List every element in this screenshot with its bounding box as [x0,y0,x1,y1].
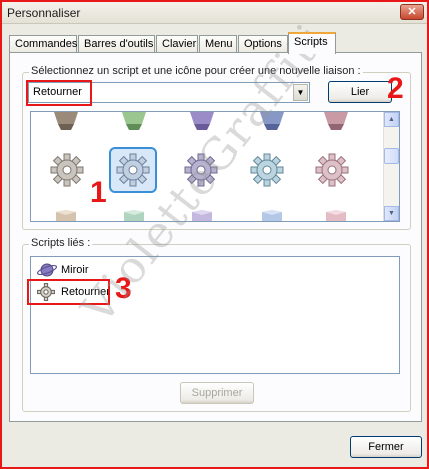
new-link-group-label: Sélectionnez un script et une icône pour… [29,65,363,77]
list-item-miroir[interactable]: Miroir [33,260,173,280]
cube-tan-icon[interactable] [51,210,81,222]
tab-barres-outils[interactable]: Barres d'outils [78,35,155,53]
planet-icon [37,263,57,277]
annotation-box-select [26,80,92,106]
window-title: Personnaliser [7,6,81,20]
icon-grid-scrollbar[interactable]: ▲ ▼ [383,112,399,221]
cube-lilac-icon[interactable] [187,210,217,222]
gear-cyan-icon[interactable] [250,153,284,187]
close-button-label: Fermer [368,441,404,453]
linked-scripts-list[interactable]: Miroir Retourner [30,256,400,374]
list-item-label: Miroir [61,264,89,276]
annotation-number-2: 2 [387,72,404,105]
close-button[interactable]: Fermer [350,436,422,458]
gear-grey-icon[interactable] [50,153,84,187]
gear-blue-icon[interactable] [116,153,150,187]
tab-menu[interactable]: Menu [199,35,237,53]
gear-pink-icon[interactable] [315,153,349,187]
cube-green-icon[interactable] [119,112,149,132]
icon-grid[interactable]: ▲ ▼ [30,111,400,222]
tab-clavier[interactable]: Clavier [156,35,198,53]
chevron-down-icon[interactable]: ▼ [293,84,308,101]
cube-rose-icon[interactable] [321,210,351,222]
cube-blue-icon[interactable] [257,112,287,132]
close-window-button[interactable]: ✕ [400,4,424,20]
link-button-label: Lier [350,86,370,98]
cube-brown-icon[interactable] [51,112,81,132]
tab-scripts[interactable]: Scripts [288,32,336,54]
annotation-number-3: 3 [115,272,132,305]
cube-purple-icon[interactable] [187,112,217,132]
customize-dialog: Personnaliser ✕ Commandes Barres d'outil… [0,0,429,469]
tab-commandes[interactable]: Commandes [9,35,77,53]
title-bar[interactable]: Personnaliser ✕ [2,2,427,24]
cube-lightblue-icon[interactable] [257,210,287,222]
cube-teal-icon[interactable] [119,210,149,222]
cube-pink-icon[interactable] [321,112,351,132]
annotation-number-1: 1 [90,176,107,209]
close-icon: ✕ [407,6,417,18]
link-button[interactable]: Lier [328,81,392,103]
annotation-box-retourner [27,279,110,305]
linked-scripts-label: Scripts liés : [29,237,93,249]
scroll-up-icon[interactable]: ▲ [384,112,399,127]
scroll-thumb[interactable] [384,148,399,164]
gear-purple-icon[interactable] [184,153,218,187]
tab-options[interactable]: Options [238,35,288,53]
delete-button[interactable]: Supprimer [180,382,254,404]
delete-button-label: Supprimer [191,387,243,399]
scroll-down-icon[interactable]: ▼ [384,206,399,221]
